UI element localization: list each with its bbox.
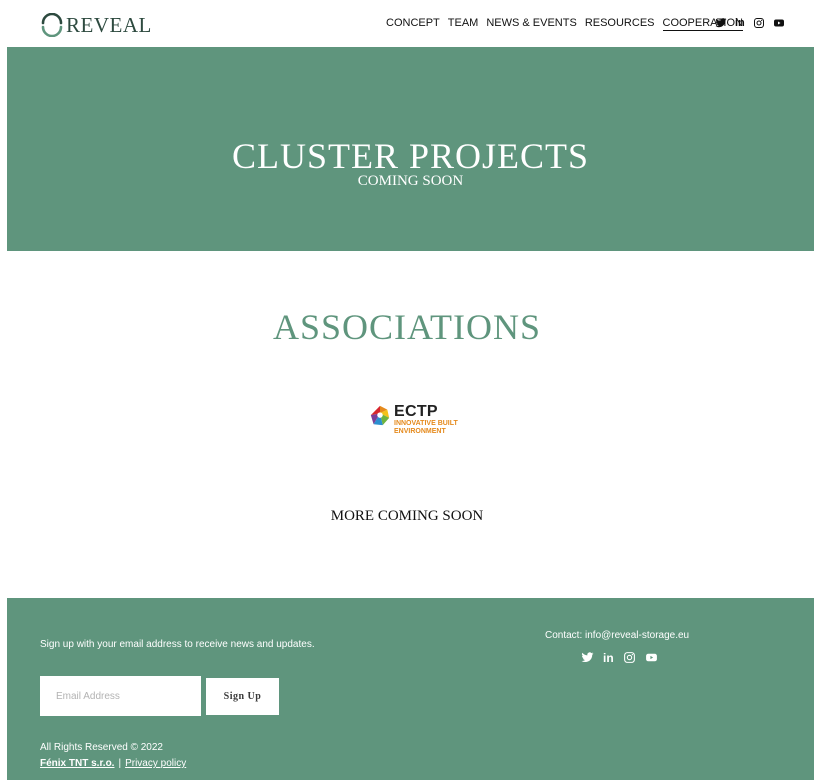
site-header: REVEAL CONCEPT TEAM NEWS & EVENTS RESOUR… xyxy=(0,0,814,47)
privacy-policy-link[interactable]: Privacy policy xyxy=(125,758,186,769)
logo-text: REVEAL xyxy=(66,12,152,37)
ectp-tagline-2: ENVIRONMENT xyxy=(394,428,446,435)
more-coming-soon: MORE COMING SOON xyxy=(330,508,484,524)
main-nav: CONCEPT TEAM NEWS & EVENTS RESOURCES COO… xyxy=(386,17,743,31)
ectp-logo-mark-icon xyxy=(370,405,390,426)
ectp-logo[interactable]: ECTP INNOVATIVE BUILT ENVIRONMENT xyxy=(369,404,463,448)
cluster-projects-banner: CLUSTER PROJECTS COMING SOON xyxy=(7,47,814,251)
header-social-links: in xyxy=(715,17,785,29)
sign-up-button[interactable]: Sign Up xyxy=(206,678,279,715)
linkedin-icon[interactable]: in xyxy=(735,17,745,29)
copyright-text: All Rights Reserved © 2022 xyxy=(40,742,163,753)
logo-mark-icon xyxy=(41,13,63,37)
instagram-icon[interactable] xyxy=(623,651,636,664)
twitter-icon[interactable] xyxy=(715,17,727,29)
instagram-icon[interactable] xyxy=(753,17,765,29)
nav-team[interactable]: TEAM xyxy=(448,17,479,31)
nav-concept[interactable]: CONCEPT xyxy=(386,17,440,31)
hero-subtitle: COMING SOON xyxy=(357,173,464,189)
associations-title: ASSOCIATIONS xyxy=(272,307,542,347)
nav-news-events[interactable]: NEWS & EVENTS xyxy=(486,17,576,31)
newsletter-signup-text: Sign up with your email address to recei… xyxy=(40,639,315,650)
company-link[interactable]: Fénix TNT s.r.o. xyxy=(40,758,114,769)
legal-separator: | xyxy=(118,758,122,769)
email-input[interactable] xyxy=(40,676,201,716)
ectp-name: ECTP xyxy=(394,403,438,420)
youtube-icon[interactable] xyxy=(773,17,785,29)
site-footer: Sign up with your email address to recei… xyxy=(7,598,814,780)
ectp-logo-text: ECTP INNOVATIVE BUILT ENVIRONMENT xyxy=(394,404,458,436)
nav-resources[interactable]: RESOURCES xyxy=(585,17,655,31)
twitter-icon[interactable] xyxy=(581,651,594,664)
ectp-tagline-1: INNOVATIVE BUILT xyxy=(394,420,458,427)
youtube-icon[interactable] xyxy=(645,651,658,664)
hero-title: CLUSTER PROJECTS xyxy=(231,136,590,176)
site-logo[interactable]: REVEAL xyxy=(40,12,152,38)
footer-social-links: in xyxy=(581,651,658,664)
linkedin-icon[interactable]: in xyxy=(603,651,614,664)
contact-email[interactable]: Contact: info@reveal-storage.eu xyxy=(545,630,689,641)
legal-links: Fénix TNT s.r.o. | Privacy policy xyxy=(40,758,186,769)
